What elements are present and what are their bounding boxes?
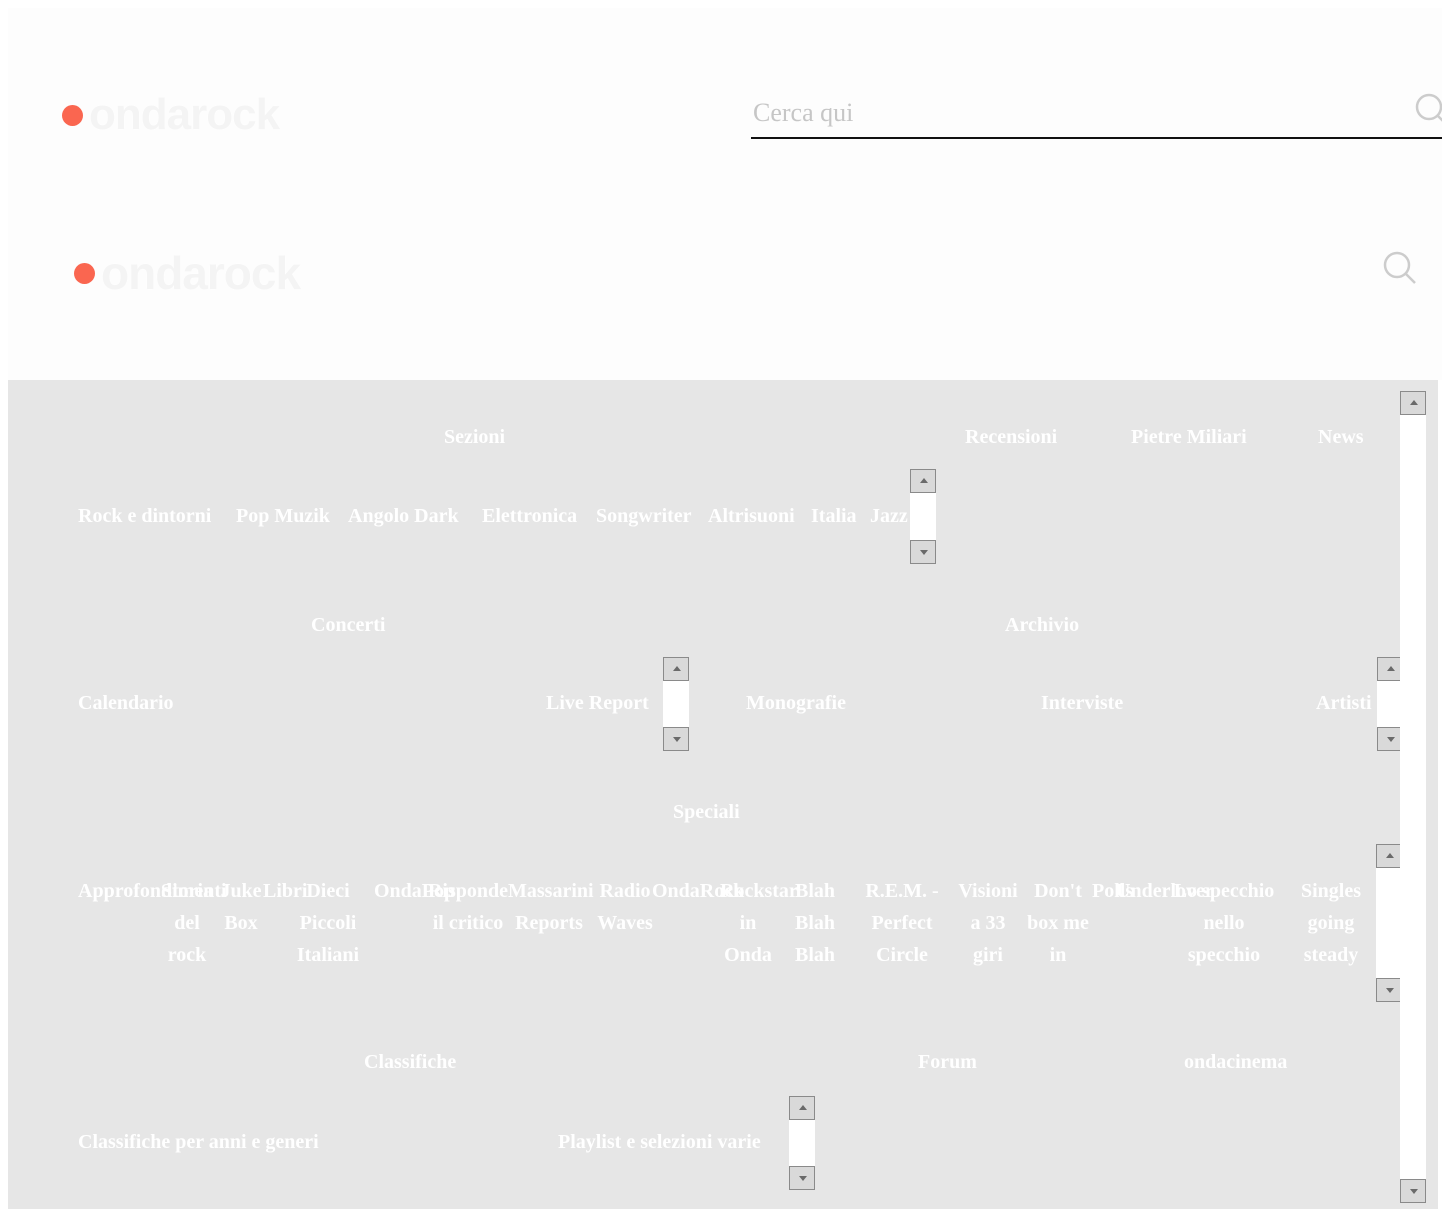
- scroll-up-arrow-icon[interactable]: [789, 1096, 815, 1120]
- classifiche-scrollbar[interactable]: [789, 1096, 815, 1190]
- scroll-down-arrow-icon[interactable]: [910, 540, 936, 564]
- menu-concerti[interactable]: Concerti: [311, 614, 385, 636]
- sezioni-item-pop[interactable]: Pop Muzik: [236, 505, 330, 527]
- speciali-item-rockstar-in-onda[interactable]: Rockstar in Onda: [720, 875, 798, 971]
- speciali-item-massarini-reports[interactable]: Massarini Reports: [508, 875, 594, 939]
- archivio-item-interviste[interactable]: Interviste: [1041, 692, 1123, 714]
- speciali-item-dieci-piccoli-italiani[interactable]: Dieci Piccoli Italiani: [292, 875, 364, 971]
- sezioni-item-elettronica[interactable]: Elettronica: [482, 505, 577, 527]
- menu-ondacinema[interactable]: ondacinema: [1184, 1051, 1287, 1073]
- scroll-down-arrow-icon[interactable]: [1400, 1179, 1426, 1203]
- speciali-item-risponde-il-critico[interactable]: Risponde il critico: [426, 875, 510, 939]
- speciali-item-blah-blah-blah[interactable]: Blah Blah Blah: [790, 875, 840, 971]
- scroll-up-arrow-icon[interactable]: [663, 657, 689, 681]
- speciali-item-visioni-a-33-giri[interactable]: Visioni a 33 giri: [954, 875, 1022, 971]
- menu-classifiche[interactable]: Classifiche: [364, 1051, 456, 1073]
- mobile-site-logo[interactable]: ondarock: [74, 246, 301, 300]
- menu-scrollbar[interactable]: [1400, 391, 1426, 1203]
- speciali-item-storia-del-rock[interactable]: Storia del rock: [158, 875, 216, 971]
- menu-pietre-miliari[interactable]: Pietre Miliari: [1131, 426, 1247, 448]
- search-input[interactable]: [751, 96, 1395, 130]
- scroll-down-arrow-icon[interactable]: [663, 727, 689, 751]
- sezioni-item-songwriter[interactable]: Songwriter: [596, 505, 692, 527]
- site-header: ondarock ondarock: [8, 8, 1442, 380]
- scroll-up-arrow-icon[interactable]: [910, 469, 936, 493]
- scroll-down-arrow-icon[interactable]: [789, 1166, 815, 1190]
- speciali-item-radio-waves[interactable]: Radio Waves: [592, 875, 658, 939]
- sezioni-item-dark[interactable]: Angolo Dark: [348, 505, 459, 527]
- archivio-item-artisti[interactable]: Artisti: [1316, 692, 1372, 714]
- search-bar: [751, 90, 1442, 139]
- concerti-scrollbar[interactable]: [663, 657, 689, 751]
- sezioni-item-altrisuoni[interactable]: Altrisuoni: [708, 505, 795, 527]
- menu-forum[interactable]: Forum: [918, 1051, 977, 1073]
- menu-sezioni[interactable]: Sezioni: [444, 426, 505, 448]
- site-logo[interactable]: ondarock: [62, 90, 280, 140]
- menu-recensioni[interactable]: Recensioni: [965, 426, 1057, 448]
- concerti-item-calendario[interactable]: Calendario: [78, 692, 174, 714]
- sezioni-item-rock[interactable]: Rock e dintorni: [78, 505, 211, 527]
- logo-wordmark: ondarock: [89, 90, 280, 139]
- speciali-item-juke-box[interactable]: Juke Box: [220, 875, 262, 939]
- speciali-item-rem-perfect-circle[interactable]: R.E.M. - Perfect Circle: [858, 875, 946, 971]
- classifiche-item-playlist[interactable]: Playlist e selezioni varie: [558, 1131, 761, 1153]
- speciali-item-dont-box-me-in[interactable]: Don't box me in: [1022, 875, 1094, 971]
- sezioni-scrollbar[interactable]: [910, 469, 936, 564]
- scroll-up-arrow-icon[interactable]: [1400, 391, 1426, 415]
- speciali-item-singles-going-steady[interactable]: Singles going steady: [1296, 875, 1366, 971]
- concerti-item-live-report[interactable]: Live Report: [546, 692, 649, 714]
- scroll-down-arrow-icon[interactable]: [1376, 978, 1402, 1002]
- scroll-up-arrow-icon[interactable]: [1376, 844, 1402, 868]
- logo-wordmark: ondarock: [101, 247, 301, 299]
- menu-archivio[interactable]: Archivio: [1005, 614, 1079, 636]
- archivio-item-monografie[interactable]: Monografie: [746, 692, 846, 714]
- mobile-search-icon[interactable]: [1382, 250, 1418, 286]
- classifiche-item-anni-generi[interactable]: Classifiche per anni e generi: [78, 1131, 319, 1153]
- speciali-item-lo-specchio[interactable]: Lo specchio nello specchio: [1166, 875, 1282, 971]
- logo-dot-icon: [74, 262, 95, 284]
- main-menu: Sezioni Recensioni Pietre Miliari News R…: [8, 380, 1438, 1209]
- menu-news[interactable]: News: [1318, 426, 1364, 448]
- sezioni-item-jazz[interactable]: Jazz: [870, 505, 908, 527]
- speciali-scrollbar[interactable]: [1376, 844, 1402, 1002]
- logo-dot-icon: [62, 104, 83, 126]
- search-icon[interactable]: [1414, 92, 1442, 128]
- menu-speciali[interactable]: Speciali: [673, 801, 740, 823]
- sezioni-item-italia[interactable]: Italia: [811, 505, 857, 527]
